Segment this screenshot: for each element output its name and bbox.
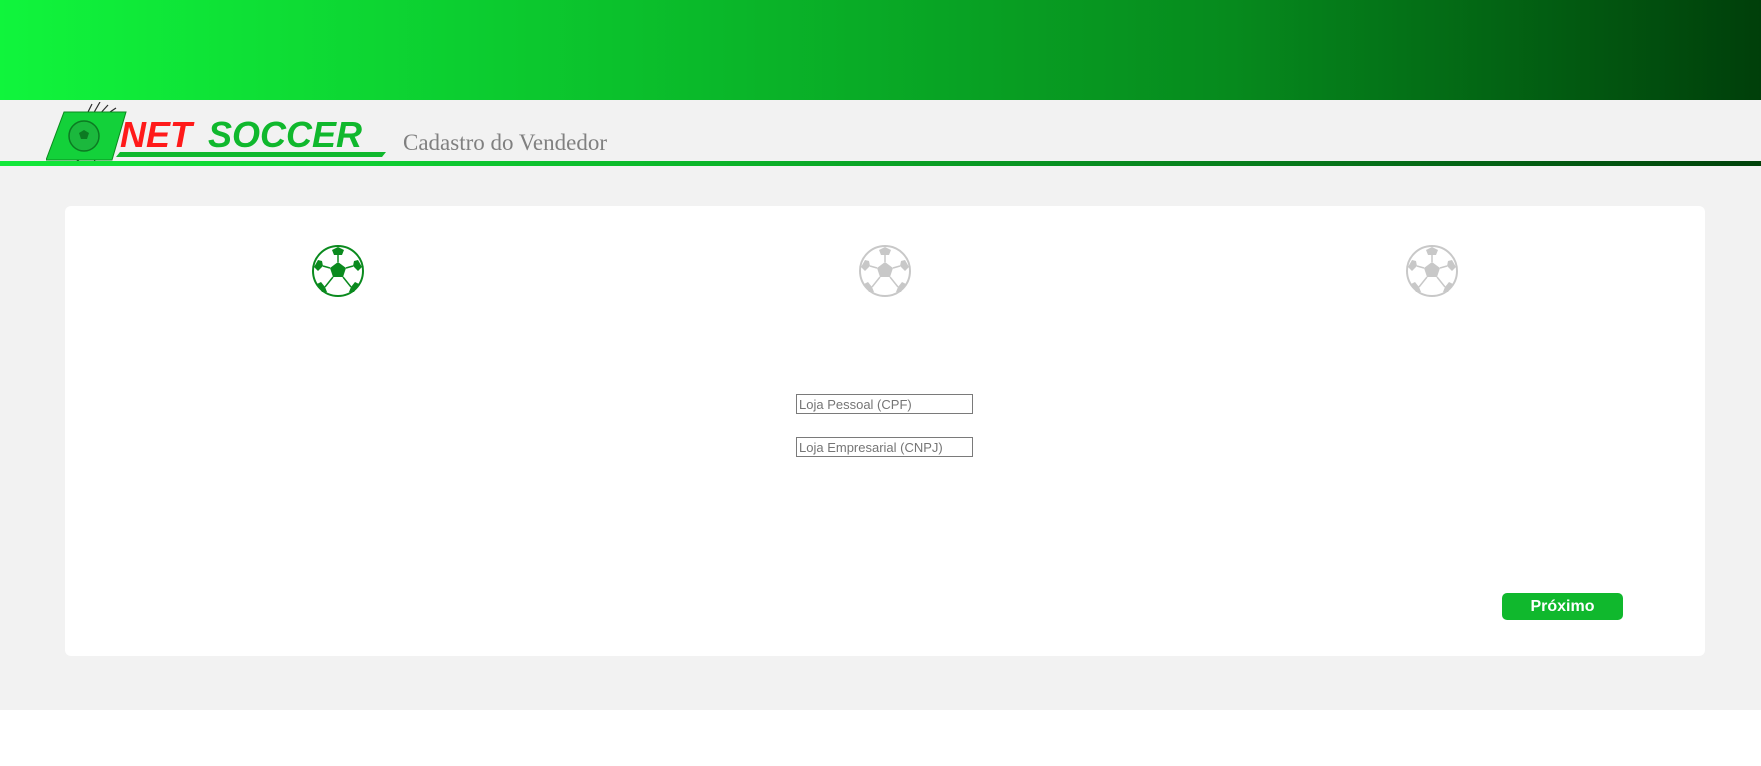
step-3-indicator: [1405, 244, 1459, 298]
registration-card: Próximo: [65, 206, 1705, 656]
step-1-indicator: [311, 244, 365, 298]
next-button[interactable]: Próximo: [1502, 593, 1623, 620]
logo-graphic: NET SOCCER: [45, 101, 386, 163]
step-2-indicator: [858, 244, 912, 298]
business-store-cnpj-input[interactable]: [796, 437, 973, 457]
header-divider: [0, 161, 1761, 166]
soccer-ball-icon: [312, 245, 364, 297]
soccer-ball-icon: [859, 245, 911, 297]
logo-text-soccer: SOCCER: [208, 114, 362, 155]
personal-store-cpf-input[interactable]: [796, 394, 973, 414]
logo-text-net: NET: [120, 114, 195, 155]
top-banner: [0, 0, 1761, 100]
page-title: Cadastro do Vendedor: [403, 130, 607, 155]
netsoccer-logo[interactable]: NET SOCCER: [45, 101, 391, 163]
soccer-ball-icon: [1406, 245, 1458, 297]
